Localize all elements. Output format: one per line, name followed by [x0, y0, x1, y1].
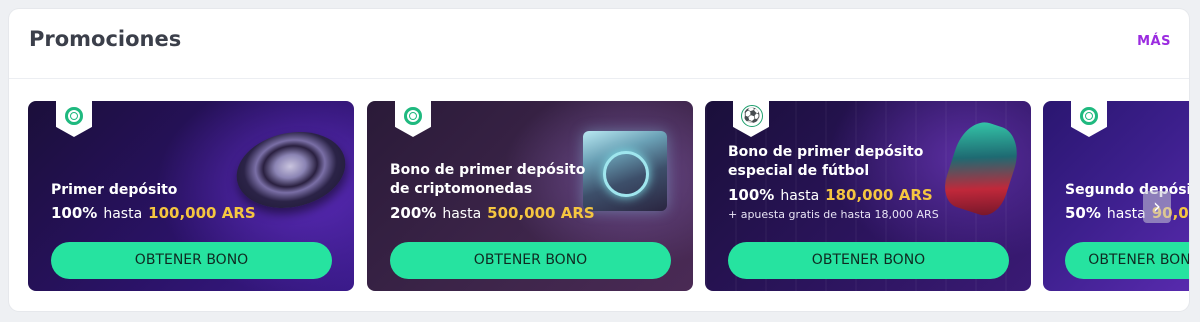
promo-card-football-deposit[interactable]: ⚽ Bono de primer depósito especial de fú…	[705, 101, 1031, 291]
promotions-panel: Promociones MÁS Primer depósito 100% hast…	[9, 9, 1189, 311]
section-title: Promociones	[29, 27, 182, 51]
card-title: Primer depósito	[51, 182, 178, 198]
token-icon	[404, 107, 422, 125]
divider	[9, 78, 1189, 79]
get-bonus-button[interactable]: OBTENER BONO	[51, 242, 332, 279]
more-link[interactable]: MÁS	[1137, 34, 1171, 49]
bonus-amount: 200% hasta 500,000 ARS	[390, 204, 595, 222]
bonus-connector: hasta	[780, 188, 820, 204]
bonus-percent: 100%	[51, 204, 98, 222]
get-bonus-button[interactable]: OBTENER BONO	[1065, 242, 1189, 279]
bonus-max: 500,000 ARS	[487, 204, 595, 222]
card-badge	[395, 101, 431, 137]
card-badge	[56, 101, 92, 137]
card-title: Bono de primer depósito especial de fútb…	[728, 144, 924, 179]
token-icon	[65, 107, 83, 125]
card-badge: ⚽	[733, 101, 769, 137]
promo-card-crypto-deposit[interactable]: Bono de primer depósito de criptomonedas…	[367, 101, 693, 291]
free-bet-note: + apuesta gratis de hasta 18,000 ARS	[728, 208, 939, 221]
bonus-max: 100,000 ARS	[148, 204, 256, 222]
bonus-amount: 100% hasta 100,000 ARS	[51, 204, 256, 222]
get-bonus-button[interactable]: OBTENER BONO	[728, 242, 1009, 279]
bonus-percent: 100%	[728, 186, 775, 204]
card-badge	[1071, 101, 1107, 137]
chevron-right-icon[interactable]: ›	[1143, 191, 1171, 223]
bonus-percent: 200%	[390, 204, 437, 222]
get-bonus-button[interactable]: OBTENER BONO	[390, 242, 671, 279]
bonus-percent: 50%	[1065, 204, 1101, 222]
bonus-max: 180,000 ARS	[825, 186, 933, 204]
bonus-connector: hasta	[442, 206, 482, 222]
bonus-connector: hasta	[103, 206, 143, 222]
card-title: Bono de primer depósito de criptomonedas	[390, 162, 586, 197]
bonus-amount: 100% hasta 180,000 ARS	[728, 186, 933, 204]
bonus-connector: hasta	[1106, 206, 1146, 222]
promo-card-first-deposit[interactable]: Primer depósito 100% hasta 100,000 ARS OBT…	[28, 101, 354, 291]
token-icon	[1080, 107, 1098, 125]
soccer-ball-icon: ⚽	[741, 105, 763, 127]
